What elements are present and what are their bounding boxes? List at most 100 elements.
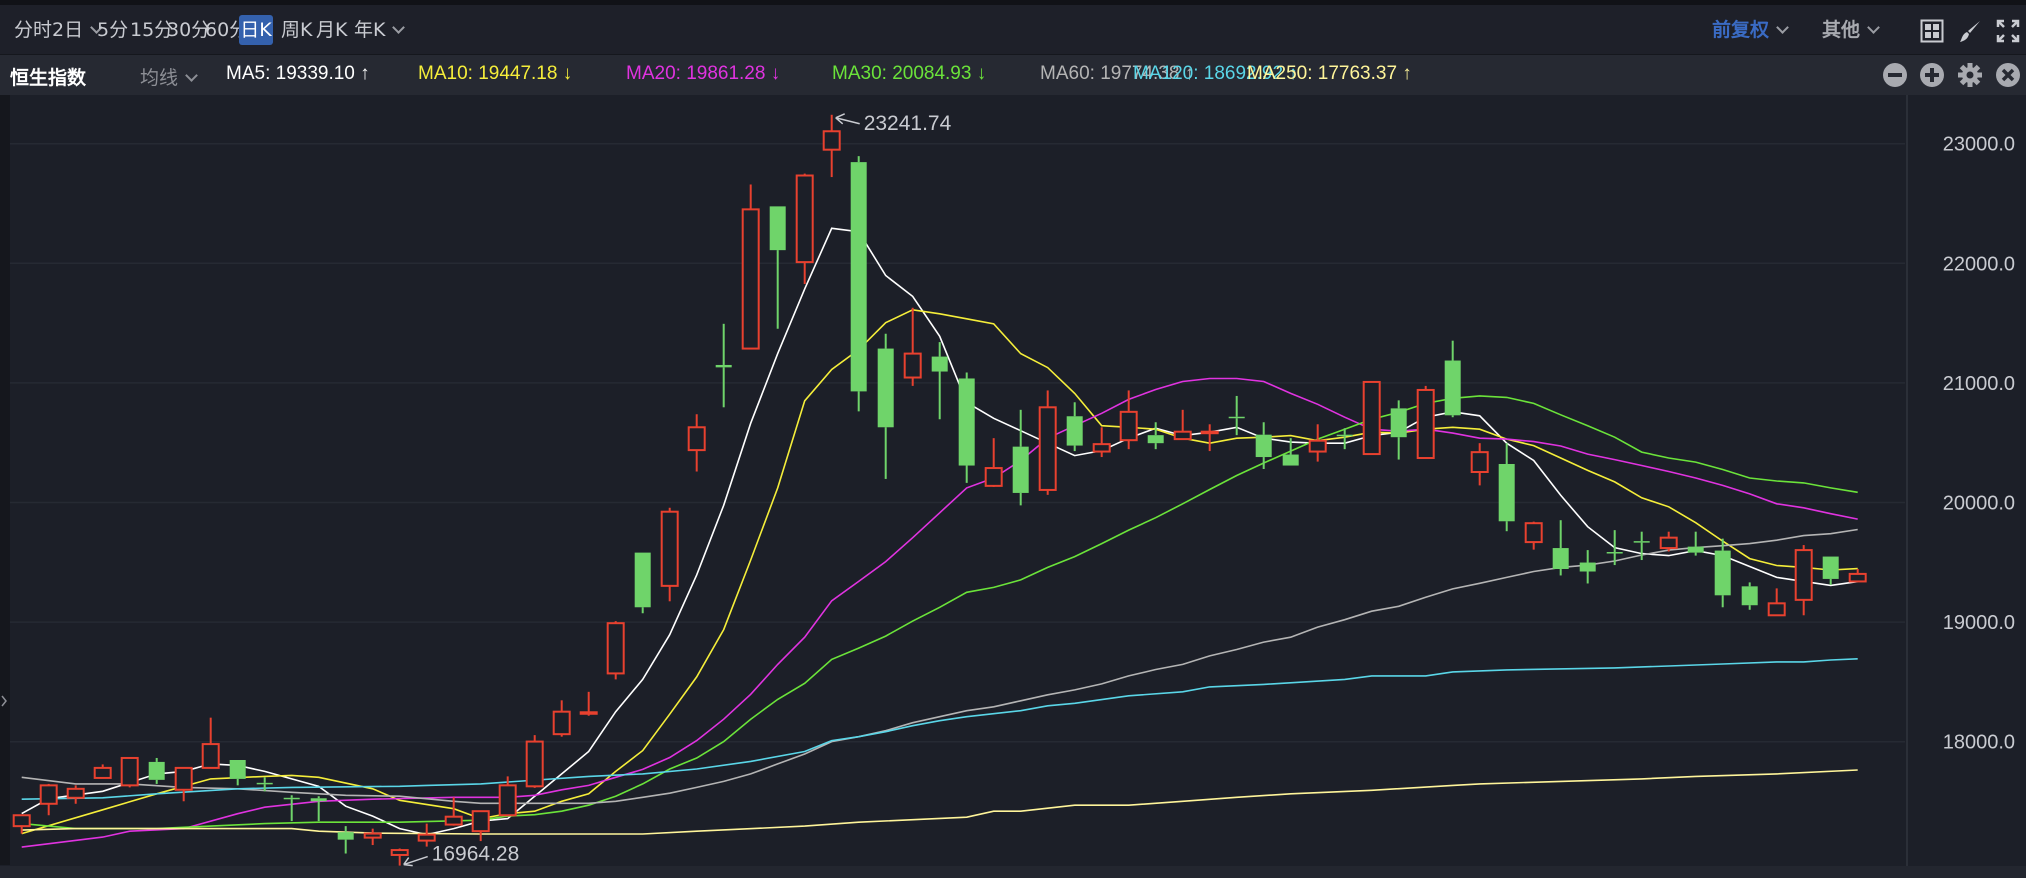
candle xyxy=(552,700,571,737)
y-tick-label: 22000.0 xyxy=(1943,253,2015,275)
candle-body xyxy=(1794,549,1813,601)
candle-body xyxy=(39,784,58,805)
candle-body xyxy=(1255,434,1272,458)
candle-body xyxy=(1038,406,1057,491)
candle xyxy=(1552,520,1569,576)
candle-body xyxy=(958,378,975,466)
candle-body xyxy=(310,798,327,802)
low-arrow-icon xyxy=(403,855,428,867)
candle-body xyxy=(390,849,409,856)
candle xyxy=(1173,409,1192,441)
y-tick-label: 18000.0 xyxy=(1943,732,2015,754)
candle-body xyxy=(1659,536,1678,550)
candle-body xyxy=(1633,541,1650,543)
candle-body xyxy=(417,833,436,842)
candle-body xyxy=(1228,416,1245,419)
candle-body xyxy=(120,756,139,787)
candle-body xyxy=(1552,548,1569,569)
candle xyxy=(687,414,706,472)
candle-body xyxy=(444,815,463,826)
candle xyxy=(229,759,246,786)
candle-body xyxy=(1390,408,1407,438)
candle-body xyxy=(1173,430,1192,441)
candle xyxy=(634,552,651,614)
candle xyxy=(1092,427,1111,458)
candle-body xyxy=(1092,443,1111,453)
candle xyxy=(39,783,58,816)
candle xyxy=(1687,531,1704,556)
candle xyxy=(1444,340,1461,418)
candle-body xyxy=(1362,380,1381,456)
candle xyxy=(1470,443,1489,486)
candle-body xyxy=(931,356,948,372)
candlestick-chart[interactable]: 23000.0 22000.0 21000.0 20000.0 19000.0 18000… xyxy=(0,0,2026,878)
candle-body xyxy=(822,130,841,151)
high-price-label: 23241.74 xyxy=(864,112,952,135)
candle-body xyxy=(850,162,867,392)
candle-body xyxy=(1066,416,1083,446)
candle xyxy=(471,810,490,842)
candle-body xyxy=(1714,550,1731,596)
candle-body xyxy=(1687,546,1704,553)
candle xyxy=(1416,385,1435,460)
candle xyxy=(283,795,300,822)
candle-body xyxy=(552,710,571,736)
candle-body xyxy=(660,510,679,587)
candle-body xyxy=(471,810,490,833)
candle-body xyxy=(525,740,544,788)
candle-body xyxy=(1308,439,1327,453)
candle xyxy=(1741,582,1758,610)
candle-body xyxy=(337,832,354,840)
candle xyxy=(363,828,382,846)
ma20-line xyxy=(21,377,1858,848)
candle-body xyxy=(363,832,382,839)
candle xyxy=(958,372,975,483)
candle xyxy=(525,735,544,788)
y-tick-label: 20000.0 xyxy=(1943,493,2015,515)
candle-body xyxy=(256,782,273,785)
candle xyxy=(1659,531,1678,552)
candle-body xyxy=(795,174,814,264)
candle xyxy=(120,756,139,788)
candle xyxy=(12,814,31,834)
candle-body xyxy=(877,348,894,428)
candle xyxy=(1390,400,1407,460)
candle-body xyxy=(984,467,1003,487)
candle xyxy=(903,307,922,386)
candle-body xyxy=(1200,430,1219,435)
candle xyxy=(850,156,867,412)
candle xyxy=(1579,550,1596,584)
candle xyxy=(93,764,112,779)
candle xyxy=(1524,521,1543,550)
candle-body xyxy=(1147,435,1164,444)
candle xyxy=(201,717,220,769)
candle-body xyxy=(229,759,246,779)
candle xyxy=(1200,424,1219,452)
candle-body xyxy=(1119,410,1138,442)
y-tick-label: 21000.0 xyxy=(1943,373,2015,395)
high-arrow-icon xyxy=(835,113,860,125)
candle-body xyxy=(741,208,760,350)
candle xyxy=(1119,390,1138,450)
candle xyxy=(1767,588,1786,617)
candle-body xyxy=(1767,602,1786,617)
candle xyxy=(769,206,786,329)
candle-body xyxy=(148,761,165,780)
candle xyxy=(1362,380,1381,456)
candle xyxy=(1012,409,1029,506)
candle xyxy=(66,785,85,804)
bottom-scrollbar[interactable] xyxy=(0,866,2026,878)
candle xyxy=(984,438,1003,487)
y-tick-label: 23000.0 xyxy=(1943,134,2015,156)
candle-body xyxy=(769,206,786,251)
candle xyxy=(931,342,948,420)
candle-body xyxy=(1282,454,1299,466)
candle-body xyxy=(1416,388,1435,460)
candle-body xyxy=(1498,463,1515,522)
candle-body xyxy=(283,797,300,800)
candle xyxy=(877,333,894,479)
candle-body xyxy=(1822,556,1839,579)
candle xyxy=(310,796,327,822)
candle-body xyxy=(1848,572,1867,583)
left-gutter xyxy=(0,95,10,865)
